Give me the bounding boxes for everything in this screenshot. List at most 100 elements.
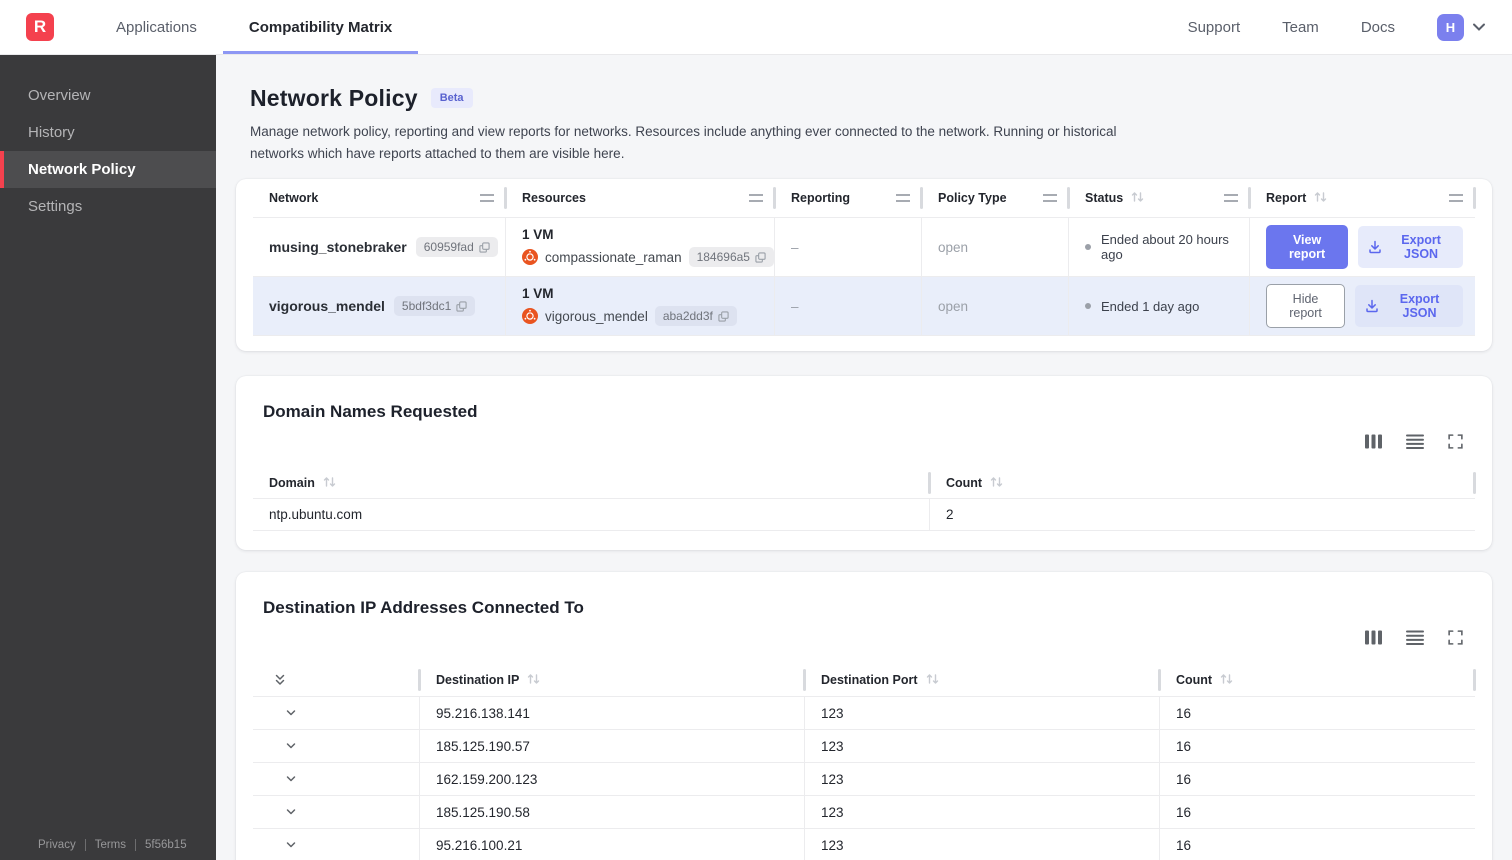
columns-icon[interactable]	[1365, 434, 1382, 449]
vm-count: 1 VM	[522, 286, 554, 302]
column-header-status[interactable]: Status	[1069, 179, 1251, 217]
column-separator	[1473, 187, 1476, 210]
count-cell: 16	[1160, 828, 1475, 860]
resource-id-badge[interactable]: 184696a5	[688, 247, 774, 268]
column-resize-handle[interactable]	[1224, 194, 1238, 203]
copy-icon[interactable]	[755, 252, 766, 263]
resource-id: aba2dd3f	[662, 309, 713, 324]
column-resize-handle[interactable]	[1043, 194, 1057, 203]
column-label: Network	[269, 191, 319, 206]
table-toolbar	[253, 430, 1475, 452]
destination-ip-cell: 185.125.190.58	[420, 795, 805, 829]
avatar[interactable]: H	[1437, 13, 1464, 41]
row-expand-chevron-icon[interactable]	[283, 705, 299, 721]
terms-link[interactable]: Terms	[95, 839, 126, 851]
status-cell: Ended 1 day ago	[1069, 276, 1250, 337]
export-json-label: Export JSON	[1401, 233, 1441, 262]
destination-ips-card: Destination IP Addresses Connected To De…	[236, 572, 1492, 860]
status-dot-icon	[1085, 244, 1091, 251]
row-density-icon[interactable]	[1406, 434, 1424, 449]
docs-link[interactable]: Docs	[1361, 19, 1395, 36]
column-header-count[interactable]: Count	[1160, 664, 1476, 696]
column-header-count[interactable]: Count	[930, 468, 1476, 498]
copy-icon[interactable]	[479, 242, 490, 253]
section-title-destination-ips: Destination IP Addresses Connected To	[263, 598, 584, 618]
copy-icon[interactable]	[456, 301, 467, 312]
export-json-button[interactable]: Export JSON	[1355, 285, 1463, 328]
column-header-destination-port[interactable]: Destination Port	[805, 664, 1161, 696]
domains-table: Domain Count ntp.ubuntu.com 2	[253, 468, 1476, 532]
row-expand-chevron-icon[interactable]	[283, 738, 299, 754]
hide-report-button[interactable]: Hide report	[1266, 284, 1346, 329]
sort-icon[interactable]	[1314, 191, 1327, 206]
destination-port-cell: 123	[805, 795, 1160, 829]
tab-applications[interactable]: Applications	[90, 0, 223, 54]
expand-cell	[253, 795, 420, 829]
network-id-badge[interactable]: 5bdf3dc1	[393, 296, 476, 317]
column-header-policy-type[interactable]: Policy Type	[922, 179, 1070, 217]
fullscreen-icon[interactable]	[1448, 434, 1463, 449]
networks-table: Network Resources Reporting Policy Type	[253, 179, 1476, 337]
sidebar-item-settings[interactable]: Settings	[0, 188, 216, 225]
app-logo[interactable]: R	[26, 13, 54, 41]
destination-port-cell: 123	[805, 828, 1160, 860]
column-resize-handle[interactable]	[896, 194, 910, 203]
column-header-resources[interactable]: Resources	[506, 179, 776, 217]
column-resize-handle[interactable]	[1449, 194, 1463, 203]
expand-all-icon[interactable]	[271, 671, 289, 689]
sort-icon[interactable]	[1131, 191, 1144, 206]
column-header-network[interactable]: Network	[253, 179, 507, 217]
row-expand-chevron-icon[interactable]	[283, 804, 299, 820]
support-link[interactable]: Support	[1188, 19, 1241, 36]
column-header-reporting[interactable]: Reporting	[775, 179, 923, 217]
team-link[interactable]: Team	[1282, 19, 1319, 36]
count-cell: 16	[1160, 795, 1475, 828]
columns-icon[interactable]	[1365, 630, 1382, 645]
privacy-link[interactable]: Privacy	[38, 839, 76, 851]
sidebar-item-overview[interactable]: Overview	[0, 77, 216, 114]
row-expand-chevron-icon[interactable]	[283, 771, 299, 787]
sidebar-footer: Privacy Terms 5f56b15	[0, 839, 216, 860]
network-id-badge[interactable]: 60959fad	[415, 237, 498, 258]
column-resize-handle[interactable]	[749, 194, 763, 203]
column-label: Count	[946, 476, 983, 491]
expand-cell	[253, 696, 420, 730]
export-json-button[interactable]: Export JSON	[1358, 226, 1463, 269]
networks-card: Network Resources Reporting Policy Type	[236, 179, 1492, 352]
column-resize-handle[interactable]	[480, 194, 494, 203]
column-header-domain[interactable]: Domain	[253, 468, 931, 498]
user-menu[interactable]: H	[1437, 13, 1486, 41]
sort-icon[interactable]	[926, 673, 939, 688]
column-label: Policy Type	[938, 191, 1007, 206]
page-title: Network Policy	[250, 85, 418, 111]
column-header-expand	[253, 664, 421, 696]
copy-icon[interactable]	[718, 311, 729, 322]
destination-ip-cell: 95.216.138.141	[420, 696, 805, 730]
sort-icon[interactable]	[527, 673, 540, 688]
column-header-destination-ip[interactable]: Destination IP	[420, 664, 806, 696]
destination-ip-cell: 162.159.200.123	[420, 762, 805, 796]
count-cell: 16	[1160, 696, 1475, 729]
view-report-button[interactable]: View report	[1266, 225, 1349, 270]
section-title-domains: Domain Names Requested	[263, 402, 478, 422]
column-label: Count	[1176, 673, 1213, 688]
network-name: musing_stonebraker	[269, 239, 407, 256]
table-toolbar	[253, 626, 1475, 648]
sort-icon[interactable]	[1220, 673, 1233, 688]
tab-compatibility-matrix[interactable]: Compatibility Matrix	[222, 0, 419, 54]
sort-icon[interactable]	[323, 476, 336, 491]
column-separator	[1473, 669, 1476, 692]
resource-id-badge[interactable]: aba2dd3f	[654, 306, 737, 327]
row-density-icon[interactable]	[1406, 630, 1424, 645]
fullscreen-icon[interactable]	[1448, 630, 1463, 645]
policy-type-cell: open	[922, 217, 1069, 277]
column-header-report[interactable]: Report	[1250, 179, 1476, 217]
footer-divider	[84, 839, 86, 851]
sidebar-item-history[interactable]: History	[0, 114, 216, 151]
resources-cell: 1 VM compassionate_raman 184696a5	[506, 217, 775, 277]
sort-icon[interactable]	[990, 476, 1003, 491]
destination-port-cell: 123	[805, 762, 1160, 796]
destination-ip-cell: 185.125.190.57	[420, 729, 805, 763]
sidebar-item-network-policy[interactable]: Network Policy	[0, 151, 216, 188]
row-expand-chevron-icon[interactable]	[283, 837, 299, 853]
